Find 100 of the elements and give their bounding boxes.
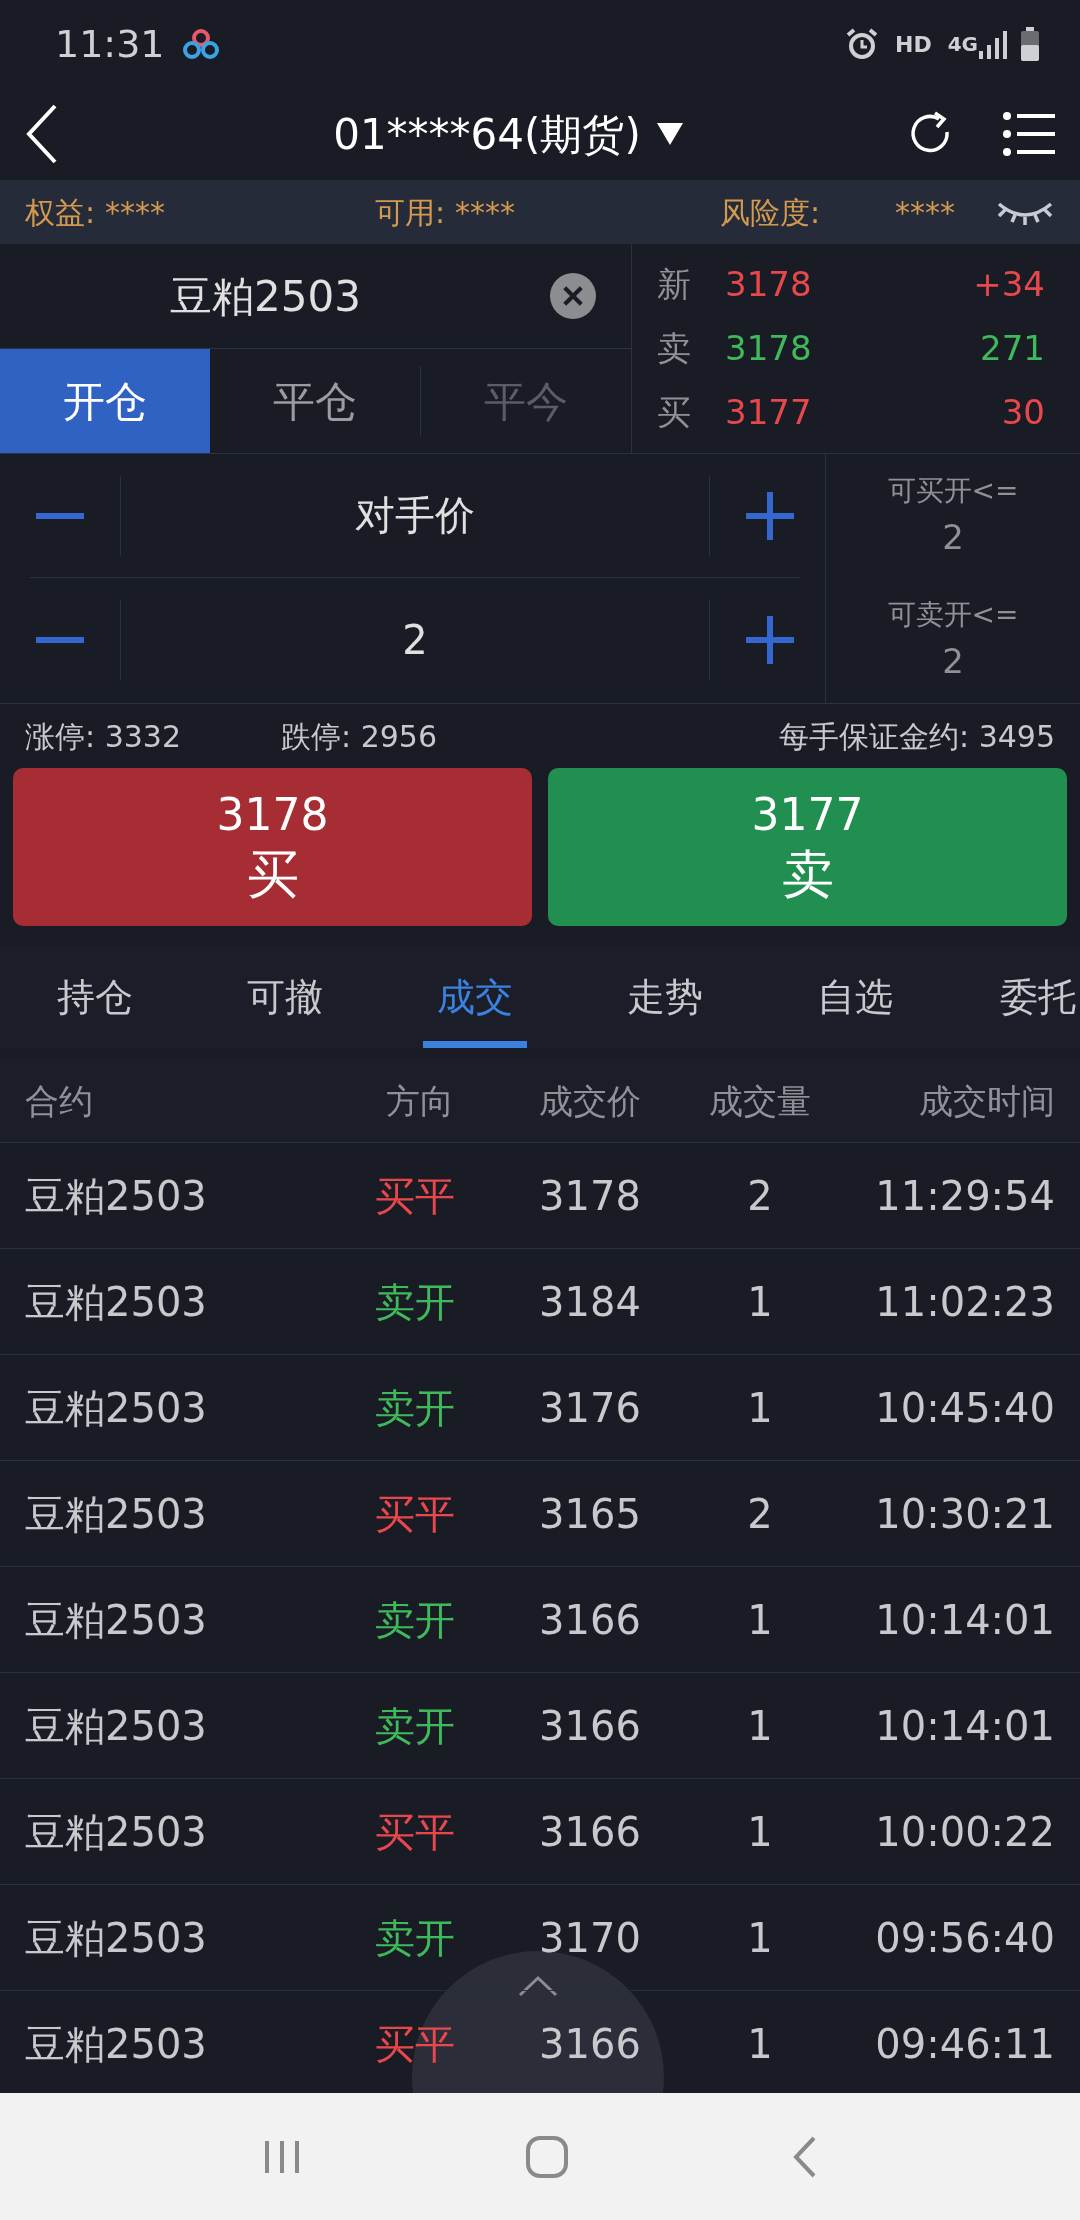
dropdown-caret-icon[interactable] <box>656 123 683 145</box>
quantity-field[interactable]: 2 <box>120 600 710 680</box>
section-tab[interactable]: 走势 <box>570 946 760 1048</box>
network-type: 4G <box>947 31 978 58</box>
sell-button[interactable]: 3177 卖 <box>548 768 1067 926</box>
app-logo-icon <box>180 28 221 60</box>
table-cell-text: 10:45:40 <box>875 1383 1055 1433</box>
section-tab[interactable]: 持仓 <box>0 946 190 1048</box>
limit-value: 2 <box>942 639 964 683</box>
column-header: 成交价 <box>538 1080 642 1123</box>
table-cell-text: 1 <box>747 1807 773 1857</box>
quote-label: 买 <box>657 391 692 434</box>
table-cell-text: 1 <box>747 2019 773 2069</box>
clock-time: 11:31 <box>55 20 165 68</box>
minus-icon <box>36 512 84 519</box>
home-icon[interactable] <box>525 2134 569 2179</box>
table-cell-text: 11:29:54 <box>875 1171 1055 1221</box>
table-cell-text: 卖开 <box>375 1595 455 1645</box>
quote-label: 新 <box>657 263 692 306</box>
order-type-tab[interactable]: 平仓 <box>210 349 420 453</box>
quote-price: 3178 <box>725 263 812 306</box>
limit-down-text: 跌停: 2956 <box>281 717 437 756</box>
table-cell-text: 3166 <box>539 1595 641 1645</box>
table-cell-text: 买平 <box>375 1489 455 1539</box>
quote-price: 3178 <box>725 327 812 370</box>
table-cell-text: 卖开 <box>375 1701 455 1751</box>
chevron-up-icon <box>518 1975 558 1997</box>
table-cell-text: 3166 <box>539 2019 641 2069</box>
table-cell-text: 10:30:21 <box>875 1489 1055 1539</box>
table-cell-text: 2 <box>747 1489 773 1539</box>
table-cell-text: 豆粕2503 <box>25 1277 207 1327</box>
table-cell-text: 1 <box>747 1277 773 1327</box>
table-cell-text: 3170 <box>539 1913 641 1963</box>
table-cell-text: 3184 <box>539 1277 641 1327</box>
quote-price: 3177 <box>725 391 812 434</box>
account-label: 风险度: <box>720 193 821 232</box>
account-value: **** <box>895 193 956 232</box>
quote-label: 卖 <box>657 327 692 370</box>
table-cell-text: 卖开 <box>375 1383 455 1433</box>
alarm-icon <box>844 27 879 61</box>
account-label: 权益: <box>25 193 96 232</box>
table-cell-text: 1 <box>747 1595 773 1645</box>
limit-value: 2 <box>942 515 964 559</box>
back-icon[interactable] <box>25 104 59 164</box>
table-cell-text: 3178 <box>539 1171 641 1221</box>
limit-label: 可买开<= <box>887 472 1019 509</box>
column-header: 方向 <box>385 1080 455 1123</box>
table-cell-text: 1 <box>747 1383 773 1433</box>
table-cell-text: 3176 <box>539 1383 641 1433</box>
table-cell-text: 买平 <box>375 1807 455 1857</box>
table-cell-text: 1 <box>747 1701 773 1751</box>
table-cell-text: 10:14:01 <box>875 1595 1055 1645</box>
quote-change: +34 <box>973 263 1045 306</box>
table-cell-text: 买平 <box>375 2019 455 2069</box>
section-tab[interactable]: 成交 <box>380 946 570 1048</box>
table-cell-text: 10:00:22 <box>875 1807 1055 1857</box>
account-title[interactable]: 01****64(期货) <box>333 102 641 166</box>
table-cell-text: 3166 <box>539 1807 641 1857</box>
column-header: 成交时间 <box>918 1080 1055 1123</box>
price-field[interactable]: 对手价 <box>120 475 710 556</box>
table-cell-text: 3165 <box>539 1489 641 1539</box>
table-cell-text: 卖开 <box>375 1913 455 1963</box>
table-cell-text: 10:14:01 <box>875 1701 1055 1751</box>
account-value: **** <box>455 193 516 232</box>
table-cell-text: 豆粕2503 <box>25 1383 207 1433</box>
table-cell-text: 卖开 <box>375 1277 455 1327</box>
margin-text: 每手保证金约: 3495 <box>779 717 1055 756</box>
table-cell-text: 豆粕2503 <box>25 1913 207 1963</box>
minus-icon <box>36 637 84 643</box>
table-cell-text: 09:56:40 <box>875 1913 1055 1963</box>
buy-button[interactable]: 3178 买 <box>13 768 532 926</box>
table-cell-text: 买平 <box>375 1171 455 1221</box>
section-tab[interactable]: 自选 <box>760 946 950 1048</box>
menu-icon[interactable] <box>1003 112 1055 156</box>
section-tab[interactable]: 委托 <box>950 946 1076 1048</box>
table-cell-text: 豆粕2503 <box>25 1701 207 1751</box>
column-header: 合约 <box>25 1080 94 1123</box>
table-cell-text: 豆粕2503 <box>25 1489 207 1539</box>
section-tab[interactable]: 可撤 <box>190 946 380 1048</box>
table-cell-text: 豆粕2503 <box>25 1171 207 1221</box>
plus-icon <box>746 616 794 664</box>
quote-change: 271 <box>980 327 1045 370</box>
clear-icon[interactable] <box>550 271 596 321</box>
order-type-tab[interactable]: 开仓 <box>0 349 210 453</box>
battery-icon <box>1020 27 1040 61</box>
table-cell-text: 09:46:11 <box>875 2019 1055 2069</box>
table-cell-text: 11:02:23 <box>875 1277 1055 1327</box>
table-cell-text: 豆粕2503 <box>25 1807 207 1857</box>
quote-change: 30 <box>1001 391 1045 434</box>
table-cell-text: 1 <box>747 1913 773 1963</box>
plus-icon <box>746 491 794 540</box>
contract-input[interactable]: 豆粕2503 <box>170 264 550 328</box>
limit-up-text: 涨停: 3332 <box>25 717 181 756</box>
hd-indicator: HD <box>894 30 932 59</box>
account-value: **** <box>105 193 166 232</box>
table-cell-text: 2 <box>747 1171 773 1221</box>
limit-label: 可卖开<= <box>887 596 1019 633</box>
table-cell-text: 豆粕2503 <box>25 1595 207 1645</box>
table-cell-text: 豆粕2503 <box>25 2019 207 2069</box>
column-header: 成交量 <box>708 1080 812 1123</box>
